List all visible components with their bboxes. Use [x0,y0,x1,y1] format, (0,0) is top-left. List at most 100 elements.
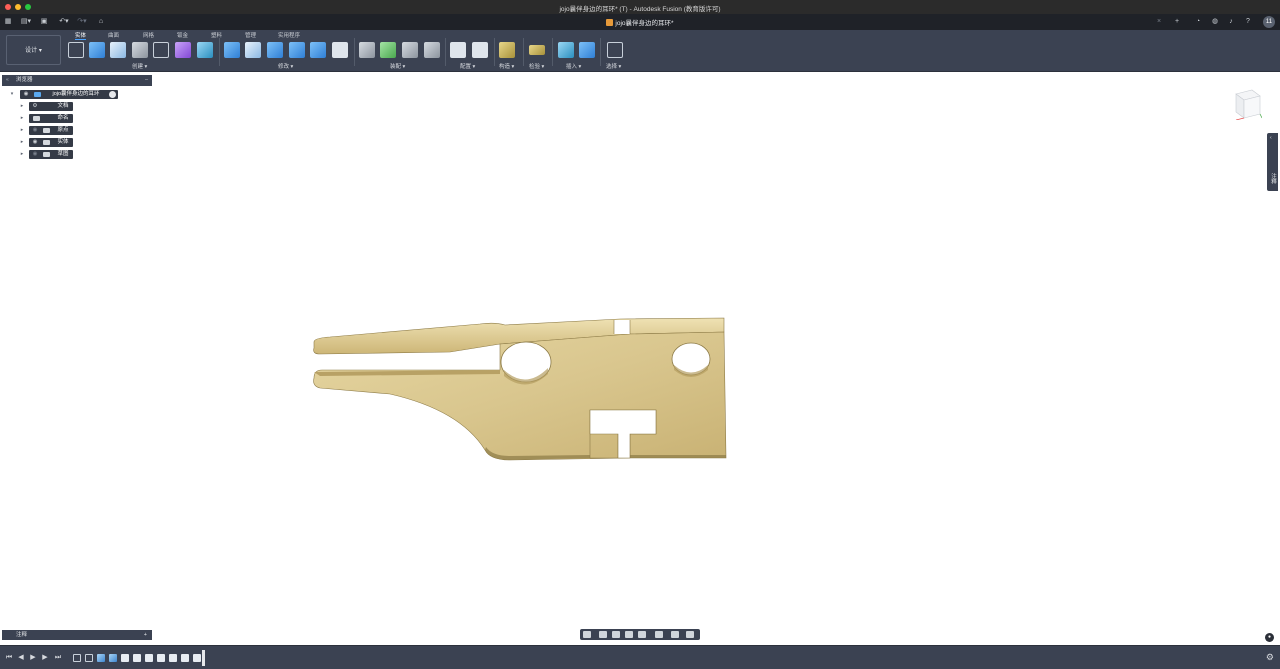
measure-icon[interactable] [529,45,545,55]
expand-root-chevron-icon[interactable]: ▾ [9,90,15,99]
derive-icon[interactable] [197,42,213,58]
zoom-icon[interactable] [625,631,633,638]
timeline-feature[interactable] [121,654,129,662]
browser-panel-header[interactable]: « 浏览器 – [2,75,152,86]
browser-item-bodies[interactable]: ◉ 实体 [29,138,73,147]
browser-item-named-views[interactable]: 命名视图 [29,114,73,130]
fillet-icon[interactable] [245,42,261,58]
tab-plastic[interactable]: 塑料 [211,31,222,39]
joint-icon[interactable] [380,42,396,58]
expand-panel-icon[interactable]: ‹ [1270,135,1272,141]
grid-snap-icon[interactable] [671,631,679,638]
as-built-joint-icon[interactable] [402,42,418,58]
user-avatar[interactable]: 11 [1263,16,1275,28]
tab-solid[interactable]: 实体 [75,31,87,40]
new-tab-icon[interactable]: + [1173,17,1181,27]
create-menu[interactable]: 创建 ▾ [132,62,147,70]
add-comment-icon[interactable]: + [144,630,147,640]
file-menu-icon[interactable]: ▤▾ [19,17,33,27]
visibility-eye-icon[interactable]: ◉ [31,139,39,146]
configure-icon[interactable] [450,42,466,58]
timeline-play-icon[interactable]: ▶ [28,653,38,663]
timeline-sketch-feature[interactable] [73,654,81,662]
insert-derive-icon[interactable] [558,42,574,58]
timeline-feature[interactable] [193,654,201,662]
combine-icon[interactable] [289,42,305,58]
expand-chevron-icon[interactable]: ▸ [19,126,25,135]
activate-radio-icon[interactable] [109,91,116,98]
redo-icon[interactable]: ↷▾ [75,17,89,27]
timeline-sketch-feature[interactable] [85,654,93,662]
timeline-previous-icon[interactable]: ◀ [16,653,26,663]
revolve-icon[interactable] [110,42,126,58]
undo-icon[interactable]: ↶▾ [57,17,71,27]
timeline-feature[interactable] [145,654,153,662]
apps-grid-icon[interactable]: ▦ [4,17,12,27]
select-window-icon[interactable] [607,42,623,58]
save-icon[interactable]: ▣ [40,17,48,27]
timeline-extrude-feature[interactable] [97,654,105,662]
close-tab-icon[interactable]: × [1155,17,1163,27]
insert-image-icon[interactable] [579,42,595,58]
construct-menu[interactable]: 构造 ▾ [499,62,514,70]
workspace-switcher[interactable]: 设计 ▾ [6,35,61,65]
modify-menu[interactable]: 修改 ▾ [278,62,293,70]
hidden-eye-icon[interactable]: ◉ [31,151,39,158]
press-pull-icon[interactable] [224,42,240,58]
assemble-menu[interactable]: 装配 ▾ [390,62,405,70]
timeline-feature[interactable] [157,654,165,662]
move-copy-icon[interactable] [332,42,348,58]
minimize-panel-icon[interactable]: – [145,75,148,86]
chat-bubble-icon[interactable]: ● [1265,633,1274,642]
timeline-last-icon[interactable]: ⏭ [53,653,63,663]
timeline-settings-gear-icon[interactable]: ⚙ [1266,652,1274,663]
look-at-icon[interactable] [599,631,607,638]
home-icon[interactable]: ⌂ [97,17,105,27]
expand-chevron-icon[interactable]: ▸ [19,138,25,147]
viewports-icon[interactable] [686,631,694,638]
expand-chevron-icon[interactable]: ▸ [19,114,25,123]
hidden-eye-icon[interactable]: ◉ [31,127,39,134]
timeline-marker-handle[interactable] [202,650,205,666]
rectangular-pattern-icon[interactable] [153,42,169,58]
pan-hand-icon[interactable] [612,631,620,638]
inspect-menu[interactable]: 检验 ▾ [529,62,544,70]
job-status-icon[interactable]: ◔ [1194,17,1202,27]
document-tab[interactable]: jojo曩伴身边的耳环* [560,17,720,27]
timeline-next-icon[interactable]: ▶ [40,653,50,663]
expand-chevron-icon[interactable]: ▸ [19,102,25,111]
configure-menu[interactable]: 配置 ▾ [460,62,475,70]
timeline-extrude-feature[interactable] [109,654,117,662]
browser-item-origin[interactable]: ◉ 原点 [29,126,73,135]
tab-mesh[interactable]: 网格 [143,31,154,39]
display-settings-icon[interactable] [655,631,663,638]
joint-origin-icon[interactable] [424,42,440,58]
select-menu[interactable]: 选择 ▾ [606,62,621,70]
hole-icon[interactable] [132,42,148,58]
timeline-feature[interactable] [169,654,177,662]
new-component-icon[interactable] [359,42,375,58]
comments-bar[interactable]: 注释 + [2,630,152,640]
create-sketch-icon[interactable] [68,42,84,58]
shell-icon[interactable] [267,42,283,58]
fit-icon[interactable] [638,631,646,638]
browser-root-component[interactable]: ◉ jojo曩伴身边的耳环 [20,90,118,99]
tab-utilities[interactable]: 实用程序 [278,31,300,39]
help-icon[interactable]: ? [1244,17,1252,27]
expand-chevron-icon[interactable]: ▸ [19,150,25,159]
tab-sheet-metal[interactable]: 钣金 [177,31,188,39]
notifications-bell-icon[interactable]: ♪ [1227,17,1235,27]
tab-surface[interactable]: 曲面 [108,31,119,39]
parameters-table-icon[interactable] [472,42,488,58]
form-icon[interactable] [175,42,191,58]
extrude-icon[interactable] [89,42,105,58]
timeline-first-icon[interactable]: ⏮ [4,653,14,663]
collapse-panel-icon[interactable]: « [6,75,9,86]
orbit-icon[interactable] [583,631,591,638]
visibility-eye-icon[interactable]: ◉ [22,91,30,98]
browser-item-sketches[interactable]: ◉ 草图 [29,150,73,159]
view-cube[interactable] [1232,88,1262,120]
split-body-icon[interactable] [310,42,326,58]
comments-side-panel[interactable]: ‹ 注释 [1267,133,1278,191]
offset-plane-icon[interactable] [499,42,515,58]
